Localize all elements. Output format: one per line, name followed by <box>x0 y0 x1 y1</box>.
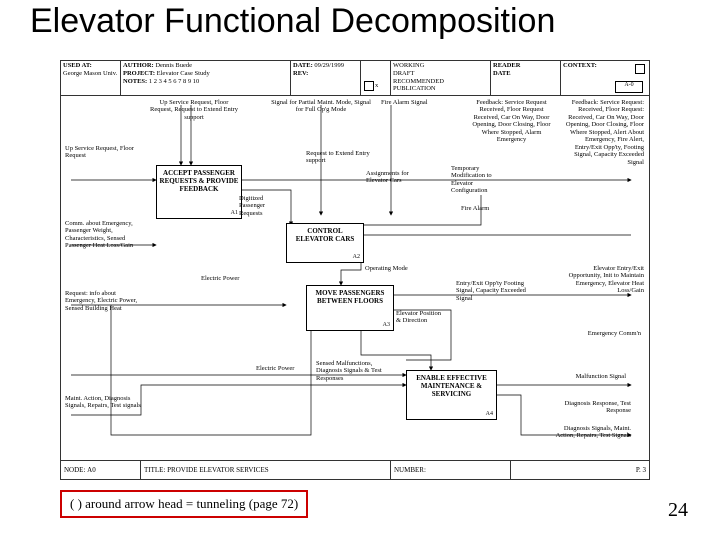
lbl-electric: Electric Power <box>201 275 241 282</box>
lbl-opmode: Operating Mode <box>365 265 410 272</box>
idef0-diagram: USED AT: George Mason Univ. AUTHOR: Denn… <box>60 60 650 480</box>
ftr-node: A0 <box>87 466 96 474</box>
hdr-publication: PUBLICATION <box>393 85 488 93</box>
hdr-author: Dennis Buede <box>155 62 192 69</box>
lbl-diagresp: Diagnosis Response, Test Response <box>551 400 631 415</box>
fn-a4-id: A4 <box>486 411 493 418</box>
hdr-draft: DRAFT <box>393 70 488 78</box>
lbl-comm: Comm. about Emergency, Passenger Weight,… <box>65 220 145 250</box>
hdr-rev-label: REV: <box>293 70 308 77</box>
hdr-author-label: AUTHOR: <box>123 62 154 69</box>
lbl-diagsig: Diagnosis Signals, Maint. Action, Repair… <box>551 425 631 440</box>
lbl-electric2: Electric Power <box>256 365 296 372</box>
hdr-date: 09/29/1999 <box>314 62 344 69</box>
fn-a2-id: A2 <box>353 254 360 261</box>
hdr-date2: DATE <box>493 70 558 78</box>
lbl-reqextend: Request to Extend Entry support <box>306 150 376 165</box>
ftr-title: PROVIDE ELEVATOR SERVICES <box>167 466 268 474</box>
fn-a3-id: A3 <box>383 322 390 329</box>
fn-a2-label: CONTROL ELEVATOR CARS <box>296 227 355 243</box>
hdr-project-label: PROJECT: <box>123 70 155 77</box>
fn-a3-label: MOVE PASSENGERS BETWEEN FLOORS <box>316 289 385 305</box>
fn-box-a1: ACCEPT PASSENGER REQUESTS & PROVIDE FEED… <box>156 165 242 219</box>
slide-title: Elevator Functional Decomposition <box>30 2 555 41</box>
lbl-upservice-top: Up Service Request, Floor Request, Reque… <box>149 99 239 121</box>
context-a0: A-0 <box>615 81 643 93</box>
fn-a1-label: ACCEPT PASSENGER REQUESTS & PROVIDE FEED… <box>160 169 239 193</box>
fn-a1-id: A1 <box>231 210 238 217</box>
draft-x: x <box>375 82 378 90</box>
fn-box-a3: MOVE PASSENGERS BETWEEN FLOORS A3 <box>306 285 394 331</box>
lbl-entryexit2: Elevator Entry/Exit Opportunity, Init to… <box>566 265 644 295</box>
diagram-header: USED AT: George Mason Univ. AUTHOR: Denn… <box>61 61 649 96</box>
lbl-feedback2: Feedback: Service Request: Received, Flo… <box>559 99 644 166</box>
lbl-signal-maint: Signal for Partial Maint. Mode, Signal f… <box>271 99 371 114</box>
slide-number: 24 <box>668 499 688 522</box>
lbl-upservice2: Up Service Request, Floor Request <box>65 145 140 160</box>
ftr-page: P. 3 <box>636 466 646 474</box>
lbl-req-info: Request: info about Emergency, Electric … <box>65 290 145 312</box>
hdr-reader: READER <box>493 62 558 70</box>
lbl-digitized: Digitized Passenger Requests <box>239 195 284 217</box>
fn-a4-label: ENABLE EFFECTIVE MAINTENANCE & SERVICING <box>416 374 487 398</box>
hdr-notes-label: NOTES: <box>123 78 147 85</box>
hdr-context: CONTEXT: <box>563 62 597 69</box>
draft-checkbox-icon <box>364 81 374 91</box>
diagram-canvas: ACCEPT PASSENGER REQUESTS & PROVIDE FEED… <box>61 95 649 461</box>
hdr-working: WORKING <box>393 62 488 70</box>
lbl-maint: Maint. Action, Diagnosis Signals, Repair… <box>65 395 145 410</box>
context-box-icon <box>635 64 645 74</box>
lbl-malfn: Malfunction Signal <box>566 373 626 380</box>
hdr-project: Elevator Case Study <box>157 70 210 77</box>
diagram-footer: NODE: A0 TITLE: PROVIDE ELEVATOR SERVICE… <box>61 460 649 479</box>
ftr-number-label: NUMBER: <box>394 466 426 474</box>
lbl-elevpos: Elevator Position & Direction <box>396 310 441 325</box>
lbl-firealarm: Fire Alarm Signal <box>381 99 451 106</box>
lbl-emcomm: Emergency Comm'n <box>581 330 641 337</box>
lbl-sensed: Sensed Malfunctions, Diagnosis Signals &… <box>316 360 396 382</box>
lbl-entryexit: Entry/Exit Opp'ty Footing Signal, Capaci… <box>456 280 526 302</box>
lbl-firealarm2: Fire Alarm <box>461 205 501 212</box>
hdr-usedat: George Mason Univ. <box>63 70 117 77</box>
footnote-box: ( ) around arrow head = tunneling (page … <box>60 490 308 518</box>
hdr-recommended: RECOMMENDED <box>393 78 488 86</box>
hdr-date-label: DATE: <box>293 62 313 69</box>
hdr-notes: 1 2 3 4 5 6 7 8 9 10 <box>149 78 199 85</box>
fn-box-a4: ENABLE EFFECTIVE MAINTENANCE & SERVICING… <box>406 370 497 420</box>
lbl-tempmod: Temporary Modification to Elevator Confi… <box>451 165 511 195</box>
ftr-title-label: TITLE: <box>144 466 165 474</box>
lbl-feedback: Feedback: Service Request Received, Floo… <box>469 99 554 144</box>
hdr-usedat-label: USED AT: <box>63 62 92 69</box>
ftr-node-label: NODE: <box>64 466 85 474</box>
fn-box-a2: CONTROL ELEVATOR CARS A2 <box>286 223 364 263</box>
lbl-assignments: Assignments for Elevator Cars <box>366 170 421 185</box>
